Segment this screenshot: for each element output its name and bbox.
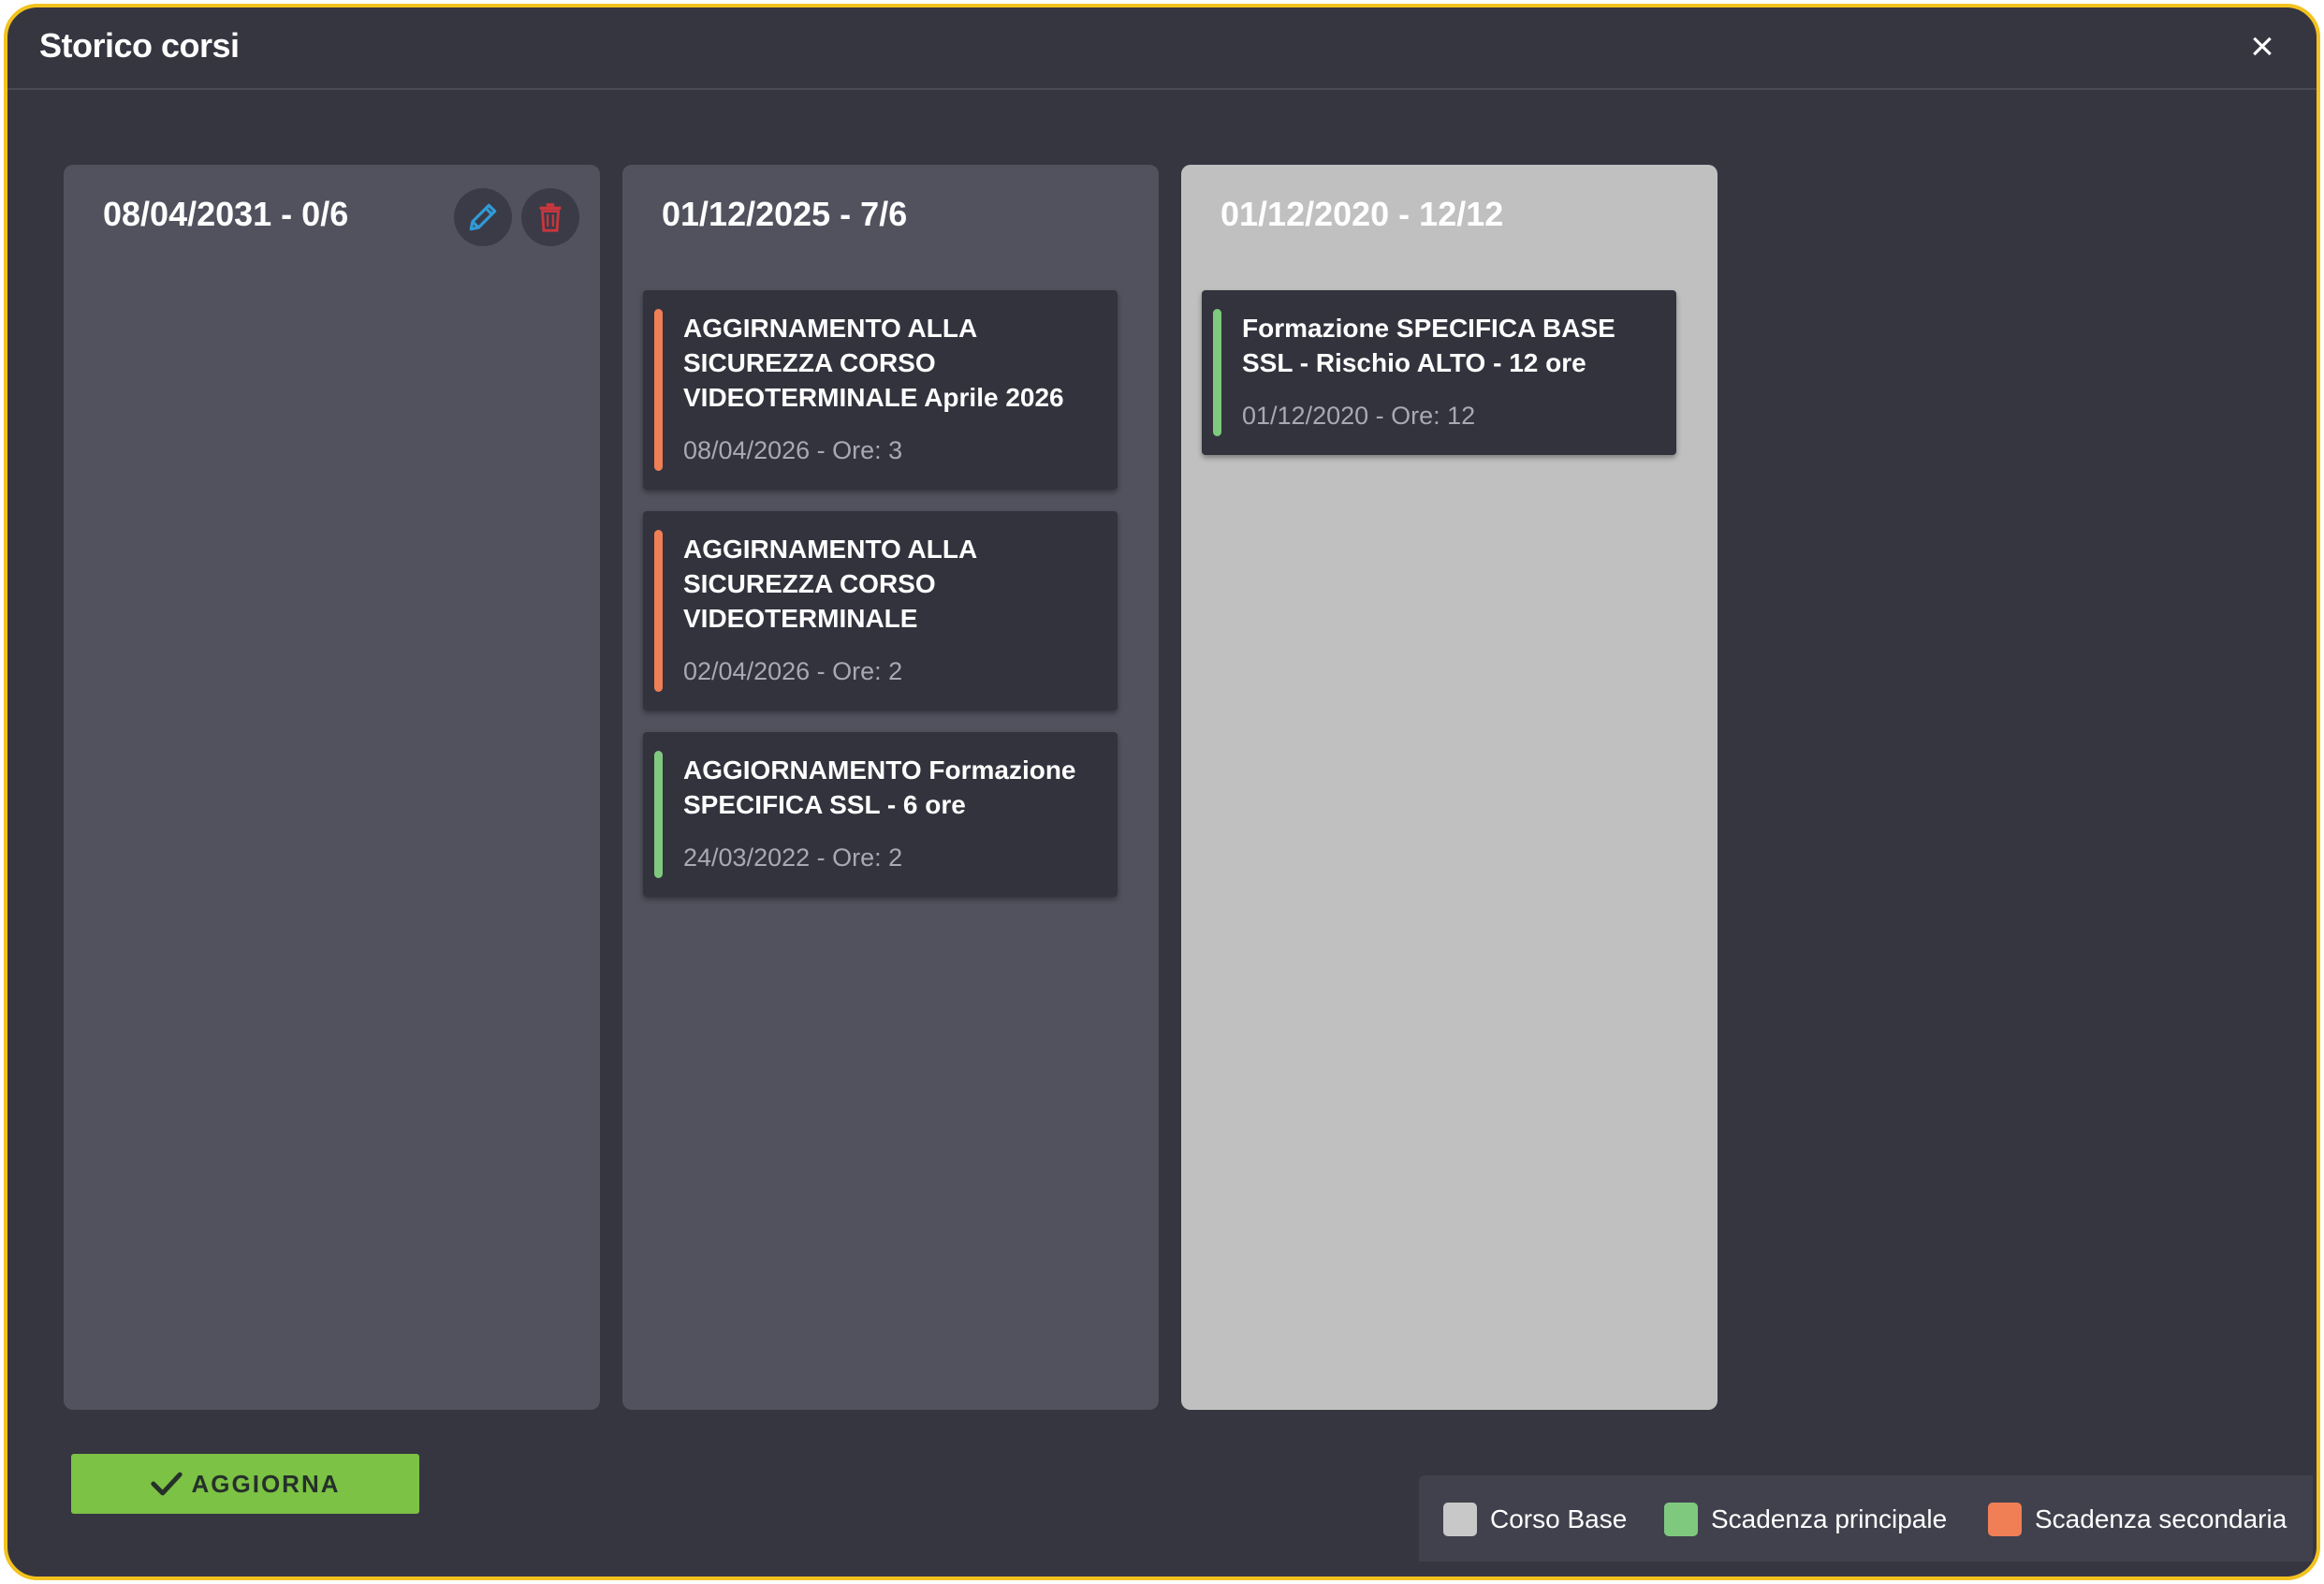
- legend-swatch: [1664, 1503, 1698, 1536]
- dialog-title: Storico corsi: [39, 26, 240, 65]
- delete-button[interactable]: [521, 188, 579, 246]
- course-title: AGGIORNAMENTO Formazione SPECIFICA SSL -…: [683, 755, 1076, 819]
- course-title: Formazione SPECIFICA BASE SSL - Rischio …: [1242, 314, 1615, 377]
- legend-swatch: [1443, 1503, 1477, 1536]
- storico-corsi-dialog: Storico corsi × 08/04/2031 - 0/6 01/12/2…: [4, 4, 2320, 1580]
- update-button[interactable]: AGGIORNA: [71, 1454, 419, 1514]
- update-button-label: AGGIORNA: [191, 1469, 341, 1498]
- legend-label: Scadenza principale: [1711, 1504, 1948, 1533]
- legend-label: Scadenza secondaria: [2035, 1504, 2287, 1533]
- course-title: AGGIRNAMENTO ALLA SICUREZZA CORSO VIDEOT…: [683, 314, 1064, 412]
- legend-label: Corso Base: [1490, 1504, 1628, 1533]
- course-column-2: 01/12/2025 - 7/6 AGGIRNAMENTO ALLA SICUR…: [622, 165, 1159, 1410]
- course-card[interactable]: AGGIRNAMENTO ALLA SICUREZZA CORSO VIDEOT…: [643, 290, 1118, 490]
- course-title: AGGIRNAMENTO ALLA SICUREZZA CORSO VIDEOT…: [683, 535, 977, 633]
- legend-item-corso-base: Corso Base: [1443, 1503, 1627, 1536]
- column-actions: [454, 188, 579, 246]
- course-card[interactable]: AGGIORNAMENTO Formazione SPECIFICA SSL -…: [643, 732, 1118, 897]
- column-header: 01/12/2025 - 7/6: [662, 195, 908, 233]
- course-meta: 01/12/2020 - Ore: 12: [1242, 402, 1476, 430]
- legend-item-scadenza-principale: Scadenza principale: [1664, 1503, 1947, 1536]
- course-column-1: 08/04/2031 - 0/6: [64, 165, 600, 1410]
- checkmark-icon: [150, 1472, 183, 1496]
- course-meta: 02/04/2026 - Ore: 2: [683, 657, 903, 685]
- close-icon[interactable]: ×: [2240, 24, 2285, 69]
- pencil-icon: [469, 203, 497, 231]
- primary-deadline-marker: [1213, 309, 1221, 436]
- secondary-deadline-marker: [654, 530, 663, 692]
- legend-item-scadenza-secondaria: Scadenza secondaria: [1988, 1503, 2287, 1536]
- column-header: 08/04/2031 - 0/6: [103, 195, 349, 233]
- edit-button[interactable]: [454, 188, 512, 246]
- course-meta: 24/03/2022 - Ore: 2: [683, 843, 903, 872]
- course-card[interactable]: AGGIRNAMENTO ALLA SICUREZZA CORSO VIDEOT…: [643, 511, 1118, 711]
- course-column-3: 01/12/2020 - 12/12 Formazione SPECIFICA …: [1181, 165, 1717, 1410]
- secondary-deadline-marker: [654, 309, 663, 471]
- trash-icon: [539, 203, 562, 232]
- legend: Corso Base Scadenza principale Scadenza …: [1419, 1475, 2313, 1562]
- dialog-titlebar: Storico corsi ×: [7, 7, 2317, 90]
- course-meta: 08/04/2026 - Ore: 3: [683, 436, 903, 464]
- legend-swatch: [1988, 1503, 2022, 1536]
- course-card[interactable]: Formazione SPECIFICA BASE SSL - Rischio …: [1202, 290, 1676, 455]
- column-header: 01/12/2020 - 12/12: [1220, 195, 1504, 233]
- primary-deadline-marker: [654, 751, 663, 878]
